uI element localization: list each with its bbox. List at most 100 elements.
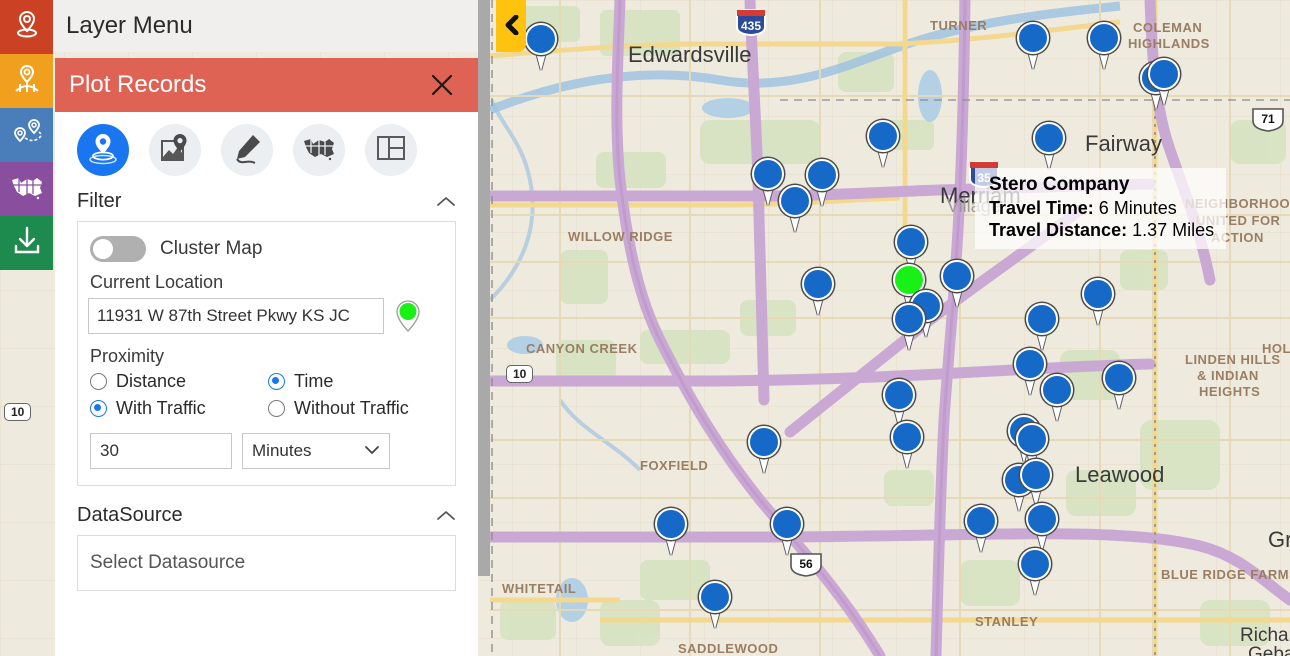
highway-shield-10: 10 [4, 403, 31, 421]
map-pin-head [771, 508, 803, 540]
map-pin-head [895, 226, 927, 258]
map-pin-head [1026, 303, 1058, 335]
map-pin[interactable] [1086, 22, 1122, 70]
sidebar-item-territory-map[interactable] [0, 162, 53, 216]
tooltip-title: Stero Company [989, 174, 1214, 196]
map-pin[interactable] [865, 120, 901, 168]
map-pin[interactable] [891, 303, 927, 351]
map-pin-head [867, 120, 899, 152]
proximity-radio-group: Distance Time With Traffic Without Traff… [90, 371, 441, 419]
pin-drop-icon [87, 131, 119, 170]
panel-layout-icon [376, 134, 406, 167]
map-pin[interactable] [769, 508, 805, 556]
map-pin[interactable] [1101, 362, 1137, 410]
map-pin[interactable] [1024, 503, 1060, 551]
sidebar-item-plot-records[interactable] [0, 0, 53, 54]
panel-collapse-handle[interactable] [496, 0, 526, 52]
map-pin[interactable] [1146, 58, 1182, 106]
map-pin[interactable] [1024, 303, 1060, 351]
radio-with-traffic[interactable]: With Traffic [90, 398, 268, 419]
map-pin-head [802, 268, 834, 300]
map-pin-head [748, 426, 780, 458]
radio-without-traffic-label: Without Traffic [294, 398, 409, 419]
map-pin[interactable] [800, 268, 836, 316]
map-pin-head [1033, 122, 1065, 154]
map-pin-head [525, 23, 557, 55]
chevron-up-icon[interactable] [436, 509, 456, 522]
radio-time-indicator [268, 373, 285, 390]
datasource-select[interactable]: Select Datasource [77, 535, 456, 591]
map-pin[interactable] [777, 185, 813, 233]
map-record-tooltip: Stero Company Travel Time: 6 Minutes Tra… [975, 168, 1226, 249]
proximity-unit-value: Minutes [252, 441, 312, 461]
plot-records-panel: Plot Records [55, 58, 478, 656]
map-pin-head [1019, 548, 1051, 580]
close-icon[interactable] [428, 71, 456, 99]
map-pin-head [965, 505, 997, 537]
proximity-amount-input[interactable] [90, 433, 232, 469]
pen-icon [231, 132, 263, 169]
radio-without-traffic[interactable]: Without Traffic [268, 398, 441, 419]
tooltip-travel-distance: Travel Distance: 1.37 Miles [989, 220, 1214, 241]
map-pin[interactable] [653, 508, 689, 556]
tool-image-pin[interactable] [149, 124, 201, 176]
map-pin[interactable] [1031, 122, 1067, 170]
map-pin-head [1041, 374, 1073, 406]
highway-shield-435: 435 [735, 8, 767, 36]
map-pin[interactable] [963, 505, 999, 553]
map-pin-head [1017, 22, 1049, 54]
radio-time-label: Time [294, 371, 333, 392]
layer-menu-bar[interactable]: Layer Menu [53, 0, 490, 52]
tool-plot-records[interactable] [77, 124, 129, 176]
map-pin[interactable] [889, 421, 925, 469]
tooltip-travel-distance-value: 1.37 Miles [1132, 220, 1214, 240]
map-pin[interactable] [1039, 374, 1075, 422]
filter-section-header[interactable]: Filter [55, 186, 478, 221]
us-map-icon [303, 135, 335, 166]
sidebar-item-route-planner[interactable] [0, 108, 53, 162]
proximity-unit-select[interactable]: Minutes [242, 433, 390, 469]
panel-body: Filter Cluster Map Current Location [55, 112, 478, 656]
locate-pin-icon[interactable] [394, 299, 422, 333]
sidebar-item-find-people[interactable] [0, 54, 53, 108]
map-pin[interactable] [746, 426, 782, 474]
tool-layout[interactable] [365, 124, 417, 176]
radio-distance[interactable]: Distance [90, 371, 268, 392]
map-pin[interactable] [1015, 22, 1051, 70]
map-pin[interactable] [1017, 548, 1053, 596]
datasource-heading: DataSource [77, 504, 183, 527]
tooltip-travel-time-label: Travel Time: [989, 198, 1094, 218]
tool-territory[interactable] [293, 124, 345, 176]
radio-without-traffic-indicator [268, 400, 285, 417]
map-pin-head [1148, 58, 1180, 90]
us-map-icon [11, 174, 43, 205]
radio-time[interactable]: Time [268, 371, 441, 392]
current-location-label: Current Location [90, 272, 441, 293]
radio-with-traffic-label: With Traffic [116, 398, 206, 419]
map-pin[interactable] [881, 379, 917, 427]
map-pin-icon [12, 9, 42, 46]
chevron-up-icon[interactable] [436, 195, 456, 208]
highway-shield-71: 71 [1251, 106, 1285, 133]
map-pin-head [883, 379, 915, 411]
radio-with-traffic-indicator [90, 400, 107, 417]
map-pin-head [1020, 459, 1052, 491]
map-pin[interactable] [939, 260, 975, 308]
highway-shield-10: 10 [506, 365, 533, 383]
map-pin-head [699, 581, 731, 613]
map-pin-head [893, 303, 925, 335]
route-pins-icon [11, 118, 43, 153]
map-pin-head [779, 185, 811, 217]
app-root: Edwardsville Fairway Merriam Leawood Gr … [0, 0, 1290, 656]
cluster-map-toggle[interactable] [90, 236, 146, 262]
map-pin-head [1088, 22, 1120, 54]
map-pin[interactable] [697, 581, 733, 629]
map-pin[interactable] [523, 23, 559, 71]
datasource-section-header[interactable]: DataSource [55, 500, 478, 535]
panel-scrollbar[interactable] [478, 0, 490, 576]
sidebar-item-download[interactable] [0, 216, 53, 270]
map-pin[interactable] [1080, 278, 1116, 326]
tool-draw[interactable] [221, 124, 273, 176]
map-pin[interactable] [1018, 459, 1054, 507]
current-location-input[interactable] [88, 298, 384, 334]
